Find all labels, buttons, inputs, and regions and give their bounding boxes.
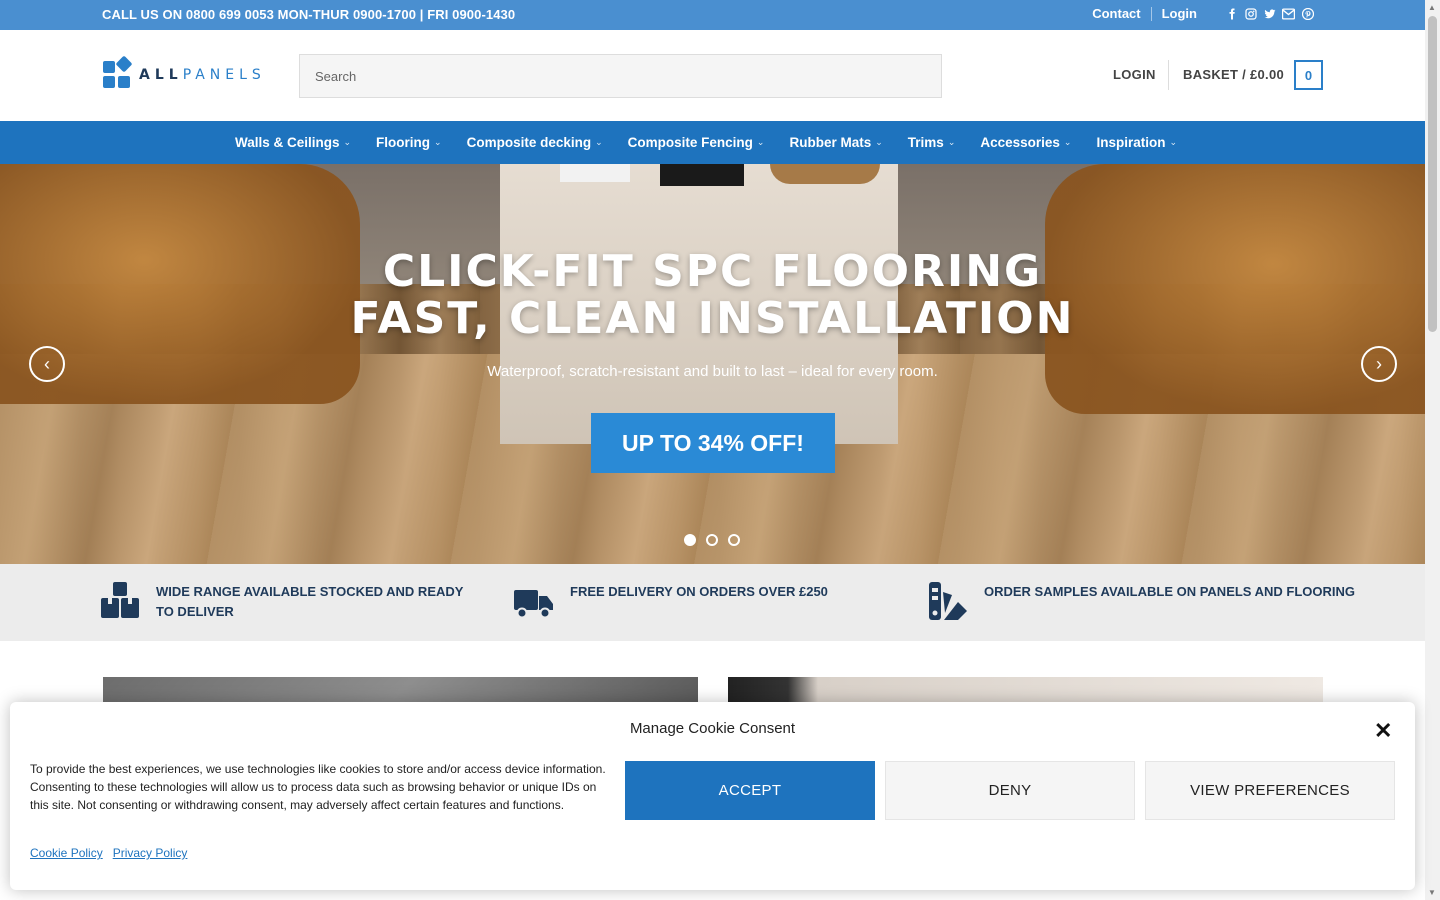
hero-cta-button[interactable]: UP TO 34% OFF! <box>591 413 835 473</box>
features-bar: WIDE RANGE AVAILABLE STOCKED AND READY T… <box>0 564 1425 641</box>
phone-hours: CALL US ON 0800 699 0053 MON-THUR 0900-1… <box>102 7 516 22</box>
scrollbar-thumb[interactable] <box>1428 16 1437 332</box>
feature-text: WIDE RANGE AVAILABLE STOCKED AND READY T… <box>156 584 464 619</box>
header-login-link[interactable]: LOGIN <box>1113 67 1156 82</box>
allpanels-logo[interactable]: ALLPANELS <box>103 55 266 89</box>
nav-item-trims[interactable]: Trims ⌄ <box>908 135 956 150</box>
cookie-policy-link[interactable]: Cookie Policy <box>30 846 103 860</box>
chevron-down-icon: ⌄ <box>875 137 883 147</box>
truck-icon <box>514 590 553 619</box>
nav-item-accessories[interactable]: Accessories ⌄ <box>980 135 1071 150</box>
nav-menu: Walls & Ceilings ⌄ Flooring ⌄ Composite de… <box>0 121 1425 164</box>
feature-item: WIDE RANGE AVAILABLE STOCKED AND READY T… <box>100 582 476 622</box>
nav-item-composite-fencing[interactable]: Composite Fencing ⌄ <box>628 135 765 150</box>
slider-dot[interactable] <box>706 534 718 546</box>
slider-dot[interactable] <box>684 534 696 546</box>
nav-item-rubber-mats[interactable]: Rubber Mats ⌄ <box>789 135 882 150</box>
hero-subtitle: Waterproof, scratch-resistant and built … <box>487 363 938 380</box>
feature-item: ORDER SAMPLES AVAILABLE ON PANELS AND FL… <box>928 582 1355 622</box>
chevron-down-icon: ⌄ <box>756 137 765 147</box>
chevron-down-icon: ⌄ <box>595 137 603 147</box>
feature-text: FREE DELIVERY ON ORDERS OVER £250 <box>570 584 828 599</box>
nav-item-walls-ceilings[interactable]: Walls & Ceilings ⌄ <box>235 135 351 150</box>
cookie-title: Manage Cookie Consent <box>629 720 796 737</box>
main-nav: Walls & Ceilings ⌄ Flooring ⌄ Composite de… <box>0 121 1425 164</box>
slider-prev-button[interactable]: ‹ <box>29 346 65 382</box>
page-scrollbar[interactable]: ▲ ▼ <box>1425 0 1440 900</box>
nav-item-inspiration[interactable]: Inspiration ⌄ <box>1096 135 1177 150</box>
social-links <box>1225 7 1314 20</box>
cart-count-badge[interactable]: 0 <box>1294 60 1323 90</box>
feature-item: FREE DELIVERY ON ORDERS OVER £250 <box>514 582 828 622</box>
contact-link[interactable]: Contact <box>1092 6 1140 21</box>
boxes-icon <box>101 582 139 618</box>
divider <box>1150 6 1152 21</box>
email-icon[interactable] <box>1282 7 1295 20</box>
accept-button[interactable]: ACCEPT <box>625 761 875 820</box>
basket-link[interactable]: BASKET / £0.00 <box>1183 67 1284 82</box>
cookie-consent-dialog: Manage Cookie Consent ✕ To provide the b… <box>10 702 1415 890</box>
cookie-message: To provide the best experiences, we use … <box>30 762 606 812</box>
chevron-down-icon: ⌄ <box>434 137 442 147</box>
divider <box>1168 60 1169 90</box>
nav-item-composite-decking[interactable]: Composite decking ⌄ <box>467 135 603 150</box>
instagram-icon[interactable] <box>1244 7 1257 20</box>
hero-title: CLICK-FIT SPC FLOORING FAST, CLEAN INSTAL… <box>350 246 1075 344</box>
hero-bowl-image <box>770 164 880 184</box>
login-link[interactable]: Login <box>1162 6 1197 21</box>
top-bar: CALL US ON 0800 699 0053 MON-THUR 0900-1… <box>0 0 1425 30</box>
chevron-down-icon: ⌄ <box>343 137 352 147</box>
facebook-icon[interactable] <box>1225 7 1238 20</box>
chevron-left-icon: ‹ <box>44 353 50 374</box>
logo-mark-icon <box>103 55 133 89</box>
chevron-down-icon: ⌄ <box>947 137 956 147</box>
hero-slider: CLICK-FIT SPC FLOORING FAST, CLEAN INSTAL… <box>0 164 1425 564</box>
scroll-down-icon[interactable]: ▼ <box>1428 888 1436 897</box>
cookie-links: Cookie Policy Privacy Policy <box>30 846 187 860</box>
twitter-icon[interactable] <box>1263 7 1276 20</box>
nav-item-flooring[interactable]: Flooring ⌄ <box>376 135 442 150</box>
slider-next-button[interactable]: › <box>1361 346 1397 382</box>
site-header: ALLPANELS LOGIN BASKET / £0.00 0 <box>0 30 1425 121</box>
hero-books-image <box>560 164 630 182</box>
feature-text: ORDER SAMPLES AVAILABLE ON PANELS AND FL… <box>984 584 1355 599</box>
chevron-down-icon: ⌄ <box>1169 137 1178 147</box>
privacy-policy-link[interactable]: Privacy Policy <box>113 846 188 860</box>
scroll-up-icon[interactable]: ▲ <box>1428 3 1436 12</box>
pinterest-icon[interactable] <box>1301 7 1314 20</box>
search-input[interactable] <box>299 54 942 98</box>
close-icon[interactable]: ✕ <box>1374 718 1392 744</box>
deny-button[interactable]: DENY <box>885 761 1135 820</box>
slider-dot[interactable] <box>728 534 740 546</box>
view-preferences-button[interactable]: VIEW PREFERENCES <box>1145 761 1395 820</box>
swatch-icon <box>929 582 967 620</box>
slider-dots <box>684 534 740 546</box>
chevron-down-icon: ⌄ <box>1063 137 1072 147</box>
hero-books-image <box>660 164 744 186</box>
top-links: Contact Login <box>1092 6 1314 21</box>
chevron-right-icon: › <box>1376 353 1382 374</box>
logo-text: ALLPANELS <box>139 67 266 83</box>
